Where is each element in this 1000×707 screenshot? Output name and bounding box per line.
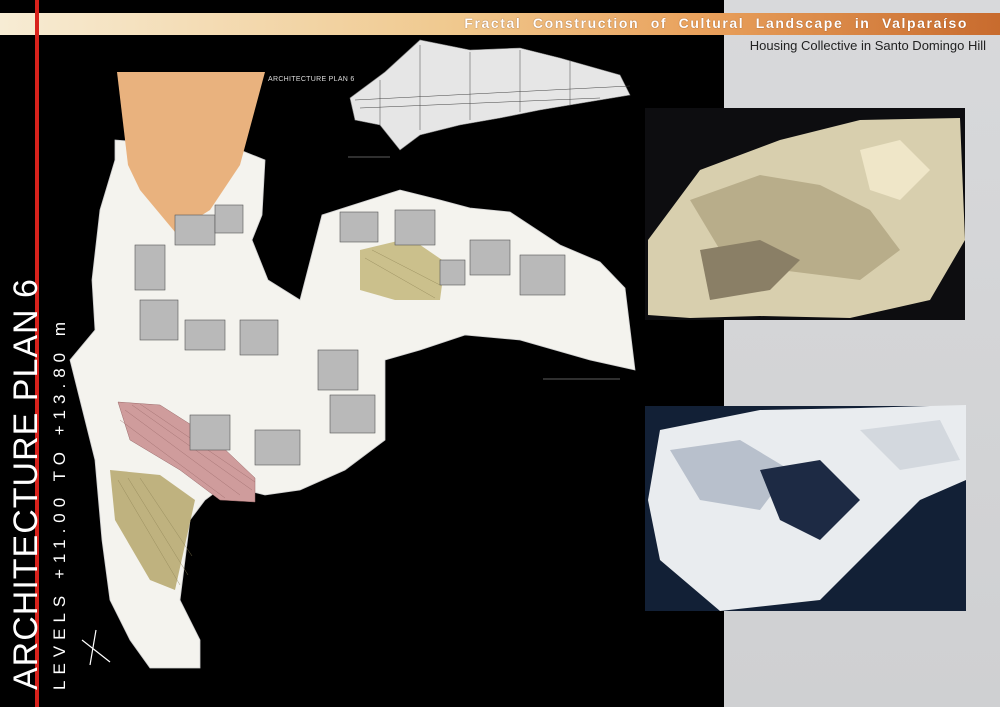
model-photo-aerial-1: [645, 108, 965, 320]
model-photo-aerial-2: [645, 406, 966, 611]
section-label: ARCHITECTURE PLAN 6: [268, 76, 355, 83]
vertical-sheet-title: ARCHITECTURE PLAN 6 LEVELS +11.00 TO +13…: [7, 278, 70, 690]
levels-label: LEVELS +11.00 TO +13.80 m: [50, 316, 69, 690]
sheet-title: ARCHITECTURE PLAN 6: [7, 278, 45, 690]
north-arrow-icon: [81, 629, 111, 666]
section-elevation: [349, 39, 631, 151]
